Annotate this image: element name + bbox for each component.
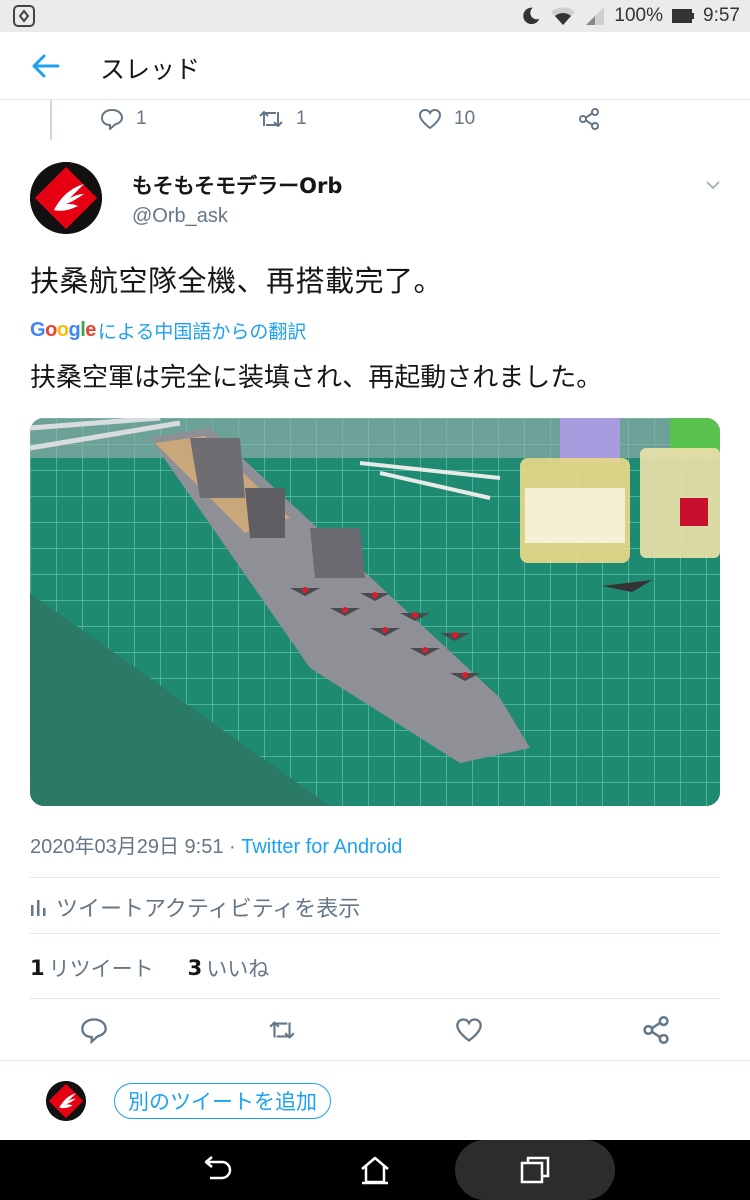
do-not-disturb-moon-icon xyxy=(523,7,540,25)
like-total[interactable]: 3 xyxy=(188,956,203,980)
divider xyxy=(30,998,720,999)
retweet-icon xyxy=(259,111,283,127)
engagement-counts: 1 リツイート 3 いいね xyxy=(30,954,269,982)
like-count: 10 xyxy=(454,108,476,129)
tweet-meta: 2020年03月29日 9:51 · Twitter for Android xyxy=(30,830,402,859)
author-handle[interactable]: @Orb_ask xyxy=(132,205,228,228)
ship-model-photo xyxy=(30,418,720,806)
heart-icon xyxy=(418,108,442,130)
system-navigation-bar xyxy=(0,1140,750,1200)
thread-connector-line xyxy=(50,100,52,140)
retweet-action[interactable]: 1 xyxy=(258,104,307,134)
share-action[interactable] xyxy=(578,104,600,134)
cell-signal-icon xyxy=(586,7,605,25)
tweet-date: 2020年03月29日 9:51 xyxy=(30,836,224,858)
like-action[interactable]: 10 xyxy=(418,104,475,134)
meta-separator: · xyxy=(223,836,242,858)
reply-icon[interactable] xyxy=(80,1016,108,1044)
tweet-activity-link[interactable]: ツイートアクティビティを表示 xyxy=(30,892,360,922)
reply-count: 1 xyxy=(136,108,147,129)
translated-text: 扶桑空軍は完全に装填され、再起動されました。 xyxy=(30,363,603,393)
recents-nav-icon[interactable] xyxy=(518,1154,552,1186)
page-title: スレッド xyxy=(100,55,201,84)
divider xyxy=(30,877,720,878)
like-total-label[interactable]: いいね xyxy=(206,953,269,983)
home-nav-icon[interactable] xyxy=(358,1154,392,1186)
winged-emblem-icon xyxy=(30,162,102,234)
share-icon xyxy=(579,108,599,130)
retweet-total-label[interactable]: リツイート xyxy=(49,953,154,983)
share-icon[interactable] xyxy=(642,1016,670,1044)
battery-icon xyxy=(672,9,695,23)
divider xyxy=(30,933,720,934)
bar-chart-icon xyxy=(31,900,46,916)
retweet-count: 1 xyxy=(296,108,307,129)
wifi-icon xyxy=(551,7,576,25)
clock: 9:57 xyxy=(703,5,740,26)
translation-attribution[interactable]: Google による中国語からの翻訳 xyxy=(30,317,306,343)
reply-action[interactable]: 1 xyxy=(100,104,147,134)
app-bar: スレッド xyxy=(0,32,750,100)
avatar[interactable] xyxy=(30,162,102,234)
battery-percent: 100% xyxy=(614,5,664,26)
tweet-source-link[interactable]: Twitter for Android xyxy=(241,836,402,858)
tweet-photo[interactable] xyxy=(30,418,720,806)
add-another-tweet-button[interactable]: 別のツイートを追加 xyxy=(114,1083,331,1119)
arrow-left-icon[interactable] xyxy=(30,52,60,80)
reply-composer-bar: 別のツイートを追加 xyxy=(0,1060,750,1140)
app-notification-icon xyxy=(13,5,35,27)
avatar[interactable] xyxy=(46,1081,86,1121)
reply-icon xyxy=(100,108,124,130)
author-name[interactable]: もそもそモデラーOrb xyxy=(132,170,342,200)
google-logo: Google xyxy=(30,318,96,341)
chevron-down-icon[interactable] xyxy=(704,178,722,192)
tweet-actions xyxy=(0,1010,750,1050)
back-nav-icon[interactable] xyxy=(200,1154,234,1186)
heart-icon[interactable] xyxy=(455,1016,483,1044)
retweet-icon[interactable] xyxy=(268,1016,296,1044)
retweet-total[interactable]: 1 xyxy=(30,956,45,980)
tweet-activity-label: ツイートアクティビティを表示 xyxy=(56,897,361,922)
winged-emblem-icon xyxy=(46,1081,86,1121)
tweet-text: 扶桑航空隊全機、再搭載完了。 xyxy=(30,264,444,298)
previous-tweet-actions: 1 1 10 xyxy=(100,104,620,134)
translation-label: による中国語からの翻訳 xyxy=(97,320,307,343)
status-bar: 100% 9:57 xyxy=(0,0,750,32)
